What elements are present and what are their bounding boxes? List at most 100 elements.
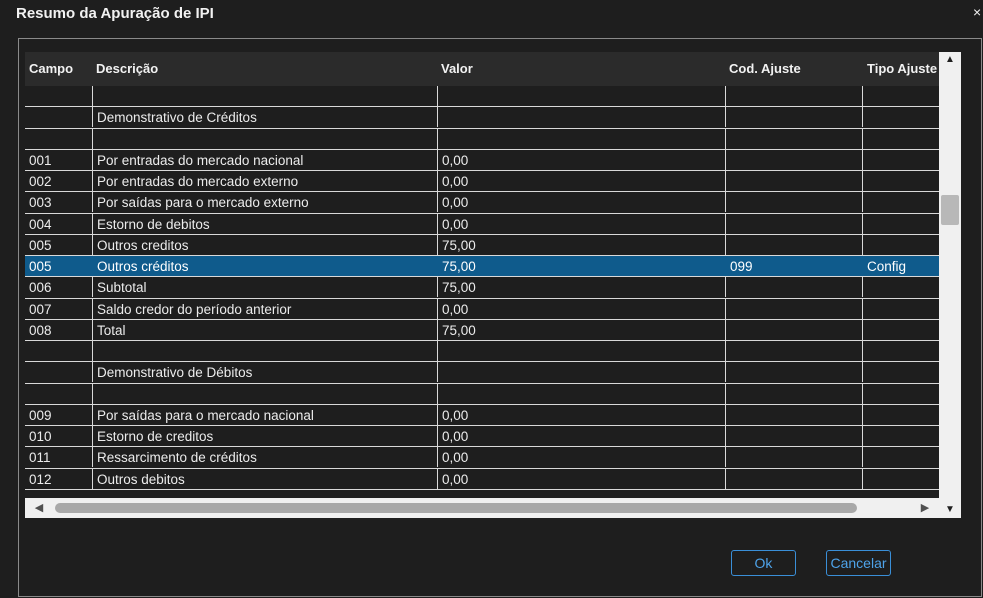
table-row[interactable]: 010 Estorno de creditos 0,00 bbox=[25, 426, 939, 448]
cell-descricao: Por saídas para o mercado nacional bbox=[92, 404, 437, 425]
cell-campo bbox=[25, 86, 92, 106]
cell-cod-ajuste bbox=[725, 213, 862, 234]
table-row[interactable]: 003 Por saídas para o mercado externo 0,00 bbox=[25, 192, 939, 214]
close-icon[interactable]: × bbox=[973, 4, 983, 22]
table-row[interactable] bbox=[25, 341, 939, 363]
cell-campo: 009 bbox=[29, 407, 52, 423]
table-row[interactable]: 011 Ressarcimento de créditos 0,00 bbox=[25, 447, 939, 469]
cell-campo: 011 bbox=[29, 450, 51, 466]
table-row[interactable] bbox=[25, 86, 939, 108]
table-row[interactable]: 005 Outros creditos 75,00 bbox=[25, 234, 939, 256]
cancel-button[interactable]: Cancelar bbox=[826, 550, 891, 576]
scroll-down-icon[interactable]: ▼ bbox=[939, 502, 961, 518]
cell-tipo-ajuste bbox=[862, 341, 939, 361]
data-grid[interactable]: Campo Descrição Valor Cod. Ajuste Tipo A… bbox=[25, 52, 961, 518]
cell-tipo-ajuste bbox=[862, 277, 939, 298]
cell-campo: 006 bbox=[29, 280, 52, 296]
cell-descricao bbox=[92, 128, 437, 149]
cell-valor: 0,00 bbox=[437, 149, 725, 170]
cell-descricao bbox=[92, 341, 437, 361]
table-row[interactable]: 009 Por saídas para o mercado nacional 0,0… bbox=[25, 404, 939, 426]
table-row[interactable] bbox=[25, 383, 939, 405]
cell-cod-ajuste bbox=[725, 468, 862, 489]
cell-campo bbox=[25, 129, 92, 149]
scroll-up-icon[interactable]: ▲ bbox=[939, 52, 961, 68]
cell-valor: 0,00 bbox=[437, 404, 725, 425]
table-row[interactable]: Demonstrativo de Créditos bbox=[25, 107, 939, 129]
column-header-descricao[interactable]: Descrição bbox=[96, 52, 426, 86]
cell-valor bbox=[437, 107, 725, 128]
vertical-scrollbar[interactable]: ▲ ▼ bbox=[939, 52, 961, 518]
column-header-cod-ajuste[interactable]: Cod. Ajuste bbox=[729, 52, 859, 86]
cell-cod-ajuste bbox=[725, 107, 862, 128]
cell-valor bbox=[437, 383, 725, 404]
cell-campo bbox=[25, 384, 92, 404]
cell-campo bbox=[25, 341, 92, 361]
cell-descricao: Estorno de creditos bbox=[92, 426, 437, 446]
cell-valor: 0,00 bbox=[437, 426, 725, 446]
horizontal-scroll-thumb[interactable] bbox=[55, 503, 857, 513]
cell-valor: 0,00 bbox=[437, 213, 725, 234]
cell-campo: 010 bbox=[29, 429, 52, 444]
cell-descricao: Por entradas do mercado externo bbox=[92, 171, 437, 191]
cell-campo bbox=[25, 362, 92, 382]
cell-campo: 005 bbox=[29, 237, 52, 253]
table-row[interactable]: 004 Estorno de debitos 0,00 bbox=[25, 213, 939, 235]
cell-valor bbox=[437, 86, 725, 106]
cell-campo: 005 bbox=[29, 259, 52, 274]
cell-valor: 0,00 bbox=[437, 171, 725, 191]
table-row[interactable]: 012 Outros debitos 0,00 bbox=[25, 468, 939, 490]
grid-header: Campo Descrição Valor Cod. Ajuste Tipo A… bbox=[25, 52, 939, 86]
cell-campo: 002 bbox=[29, 174, 52, 189]
horizontal-scrollbar[interactable]: ◀ ▶ bbox=[25, 498, 939, 518]
cell-valor: 0,00 bbox=[437, 298, 725, 319]
cell-valor bbox=[437, 362, 725, 383]
cell-cod-ajuste bbox=[725, 234, 862, 255]
cell-descricao: Demonstrativo de Créditos bbox=[92, 107, 437, 128]
table-row[interactable]: Demonstrativo de Débitos bbox=[25, 362, 939, 384]
cell-cod-ajuste bbox=[725, 277, 862, 298]
cell-tipo-ajuste bbox=[862, 171, 939, 191]
scroll-right-icon[interactable]: ▶ bbox=[915, 498, 935, 518]
cell-descricao: Estorno de debitos bbox=[92, 213, 437, 234]
cell-cod-ajuste: 099 bbox=[725, 256, 862, 276]
cell-tipo-ajuste bbox=[862, 426, 939, 446]
cell-tipo-ajuste bbox=[862, 319, 939, 340]
cell-descricao: Ressarcimento de créditos bbox=[92, 447, 437, 468]
cell-campo: 004 bbox=[29, 216, 52, 232]
cell-descricao: Demonstrativo de Débitos bbox=[92, 362, 437, 383]
table-row[interactable]: 002 Por entradas do mercado externo 0,00 bbox=[25, 171, 939, 193]
table-row-selected[interactable]: 005 Outros créditos 75,00 099 Config bbox=[25, 256, 939, 278]
cell-cod-ajuste bbox=[725, 319, 862, 340]
cell-descricao bbox=[92, 86, 437, 106]
cell-valor bbox=[437, 128, 725, 149]
scroll-left-icon[interactable]: ◀ bbox=[29, 498, 49, 518]
window-title: Resumo da Apuração de IPI bbox=[16, 5, 214, 22]
cell-cod-ajuste bbox=[725, 171, 862, 191]
column-header-valor[interactable]: Valor bbox=[441, 52, 711, 86]
cell-valor: 0,00 bbox=[437, 192, 725, 213]
cell-descricao bbox=[92, 383, 437, 404]
cell-tipo-ajuste bbox=[862, 383, 939, 404]
column-header-campo[interactable]: Campo bbox=[29, 52, 91, 86]
cell-valor: 75,00 bbox=[437, 256, 725, 276]
table-row[interactable]: 008 Total 75,00 bbox=[25, 319, 939, 341]
cell-campo: 001 bbox=[29, 152, 52, 168]
cell-cod-ajuste bbox=[725, 86, 862, 106]
table-row[interactable]: 006 Subtotal 75,00 bbox=[25, 277, 939, 299]
cell-descricao: Por entradas do mercado nacional bbox=[92, 149, 437, 170]
cell-descricao: Outros creditos bbox=[92, 234, 437, 255]
cell-tipo-ajuste bbox=[862, 234, 939, 255]
cell-descricao: Outros debitos bbox=[92, 468, 437, 489]
vertical-scroll-thumb[interactable] bbox=[941, 195, 959, 225]
cell-tipo-ajuste bbox=[862, 404, 939, 425]
column-header-tipo-ajuste[interactable]: Tipo Ajuste bbox=[867, 52, 939, 86]
cell-cod-ajuste bbox=[725, 447, 862, 468]
table-row[interactable] bbox=[25, 128, 939, 150]
ok-button[interactable]: Ok bbox=[731, 550, 796, 576]
cell-valor: 75,00 bbox=[437, 319, 725, 340]
cell-cod-ajuste bbox=[725, 128, 862, 149]
table-row[interactable]: 001 Por entradas do mercado nacional 0,00 bbox=[25, 149, 939, 171]
table-row[interactable]: 007 Saldo credor do período anterior 0,00 bbox=[25, 298, 939, 320]
cell-valor bbox=[437, 341, 725, 361]
